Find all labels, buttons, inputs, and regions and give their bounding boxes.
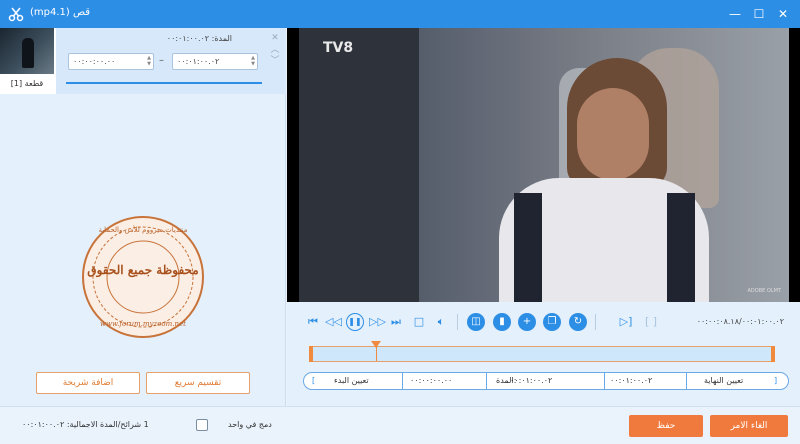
- start-time-value[interactable]: ٠٠:٠٠:٠٠.٠٠: [410, 373, 452, 389]
- volume-icon[interactable]: 🔈︎: [433, 314, 449, 330]
- spinner-icon[interactable]: ▲ ▼: [147, 55, 151, 67]
- footer-bar: 1 شرائح/المدة الاجمالية: ٠٠:٠١:٠٠.٠٢ دمج…: [0, 406, 800, 444]
- segment-end-field[interactable]: ٠٠:٠١:٠٠.٠٢ ▲ ▼: [172, 53, 258, 70]
- rotate-icon[interactable]: ↻: [569, 313, 587, 331]
- delete-icon[interactable]: ▮: [493, 313, 511, 331]
- watermark-top-text: منتديات ميزووم للأمن والحماية: [98, 225, 187, 234]
- close-button[interactable]: ✕: [774, 5, 792, 23]
- separator: [457, 314, 458, 330]
- duration-label: المدة:: [496, 376, 517, 385]
- segment-duration: المدة: ٠٠:٠١:٠٠.٠٢: [166, 34, 232, 43]
- save-button[interactable]: حفظ: [629, 415, 703, 437]
- frame-icon[interactable]: [ ]: [643, 314, 659, 330]
- segment-progress-line: [66, 82, 262, 84]
- remove-segment-icon[interactable]: ✕: [268, 32, 282, 44]
- window-title: قص (mp4.1): [30, 7, 91, 18]
- trim-timeline[interactable]: [309, 341, 775, 362]
- playhead-line: [376, 347, 377, 361]
- minimize-button[interactable]: —: [726, 5, 744, 23]
- watermark-bottom-text: www.forum.myzoom.net: [100, 320, 186, 328]
- segment-item[interactable]: قطعة [1] المدة: ٠٠:٠١:٠٠.٠٢ ٠٠:٠٠:٠٠.٠٠ …: [0, 28, 286, 94]
- quick-split-button[interactable]: تقسيم سريع: [146, 372, 250, 394]
- range-dash: –: [159, 55, 164, 66]
- video-frame: TV8 ADOBE OLMT: [299, 28, 789, 302]
- video-preview[interactable]: TV8 ADOBE OLMT: [287, 28, 800, 302]
- bracket-start-icon: [: [312, 376, 316, 385]
- move-down-icon[interactable]: ﹀: [268, 55, 282, 67]
- watermark-center-text: محفوظة جميع الحقوق: [87, 263, 198, 278]
- segment-end-value: ٠٠:٠١:٠٠.٠٢: [177, 57, 220, 66]
- trim-start-handle[interactable]: [309, 346, 313, 362]
- segment-details: المدة: ٠٠:٠١:٠٠.٠٢ ٠٠:٠٠:٠٠.٠٠ ▲ ▼ – ٠٠:٠…: [58, 28, 266, 94]
- total-duration-info: 1 شرائح/المدة الاجمالية: ٠٠:٠١:٠٠.٠٢: [22, 420, 149, 429]
- bracket-end-icon: ]: [774, 376, 778, 385]
- time-readout: ٠٠:٠٠:٠٨.١٨/٠٠:٠١:٠٠.٠٢: [696, 317, 784, 326]
- go-to-mark-icon[interactable]: ▷]: [618, 314, 634, 330]
- step-back-icon[interactable]: ◁◁: [325, 314, 342, 330]
- segment-start-field[interactable]: ٠٠:٠٠:٠٠.٠٠ ▲ ▼: [68, 53, 154, 70]
- merge-checkbox[interactable]: [196, 419, 208, 431]
- segment-thumbnail: [0, 28, 56, 74]
- stop-icon[interactable]: □: [411, 314, 427, 330]
- add-segment-button[interactable]: اضافة شريحة: [36, 372, 140, 394]
- spinner-icon[interactable]: ▲ ▼: [251, 55, 255, 67]
- set-start-button[interactable]: تعيين البدء: [334, 373, 369, 389]
- cancel-button[interactable]: الغاء الامر: [710, 415, 788, 437]
- add-icon[interactable]: +: [518, 313, 536, 331]
- channel-logo: TV8: [323, 40, 354, 56]
- skip-end-icon[interactable]: ⏭: [388, 314, 404, 330]
- player-controls: ⏮ ◁◁ ❚❚ ▷▷ ⏭ □ 🔈︎ ◫ ▮ + ❐ ↻ ▷] [ ] ٠٠:٠٠…: [287, 302, 800, 406]
- trim-range-bar: [ تعيين البدء ٠٠:٠٠:٠٠.٠٠ ٠٠:٠١:٠٠.٠٢ ال…: [303, 372, 789, 390]
- segments-panel: قطعة [1] المدة: ٠٠:٠١:٠٠.٠٢ ٠٠:٠٠:٠٠.٠٠ …: [0, 28, 286, 406]
- separator: [595, 314, 596, 330]
- step-forward-icon[interactable]: ▷▷: [369, 314, 386, 330]
- skip-start-icon[interactable]: ⏮: [305, 314, 321, 330]
- pause-icon[interactable]: ❚❚: [346, 313, 364, 331]
- broadcast-tag: ADOBE OLMT: [747, 288, 781, 294]
- segment-start-value: ٠٠:٠٠:٠٠.٠٠: [73, 57, 116, 66]
- copy-icon[interactable]: ❐: [543, 313, 561, 331]
- set-end-button[interactable]: تعيين النهاية: [704, 373, 743, 389]
- trim-end-handle[interactable]: [771, 346, 775, 362]
- merge-label: دمج في واحد: [228, 420, 272, 429]
- end-time-value[interactable]: ٠٠:٠١:٠٠.٠٢: [610, 373, 652, 389]
- watermark-seal: منتديات ميزووم للأمن والحماية محفوظة جمي…: [82, 216, 204, 338]
- maximize-button[interactable]: ☐: [750, 5, 768, 23]
- mark-icon[interactable]: ◫: [467, 313, 485, 331]
- segment-index-label: قطعة [1]: [0, 74, 56, 94]
- title-bar: قص (mp4.1) — ☐ ✕: [0, 0, 800, 28]
- scissors-icon: [8, 7, 24, 22]
